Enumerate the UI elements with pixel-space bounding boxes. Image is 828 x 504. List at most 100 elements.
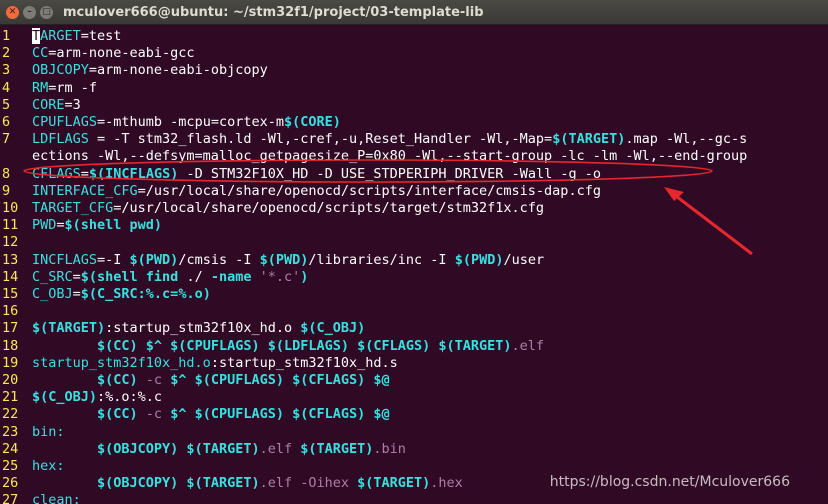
code-token: = -T stm32_flash.ld -Wl,-cref,-u,Reset_H… — [88, 131, 553, 148]
code-token: $(PWD) — [259, 251, 309, 268]
code-token: ) — [300, 268, 309, 285]
code-token: :startup_stm32f10x_hd.s — [210, 354, 398, 371]
code-token: hex: — [32, 458, 65, 474]
code-line[interactable]: 25 hex: — [0, 458, 65, 475]
code-line[interactable]: 4 RM=rm -f — [0, 80, 97, 97]
code-token: ARGET — [40, 28, 81, 44]
code-line[interactable]: 1 TARGET=test — [0, 28, 121, 45]
code-line[interactable]: 19 startup_stm32f10x_hd.o:startup_stm32f1… — [0, 355, 398, 372]
code-token: $(OBJCOPY) $(TARGET) — [97, 440, 260, 457]
line-number: 22 — [2, 406, 19, 423]
code-token: $(PWD) — [129, 251, 179, 268]
code-token: $(C_OBJ) — [300, 320, 366, 337]
code-token: $(CC) $^ $(CPUFLAGS) $(LDFLAGS) $(CFLAGS… — [97, 337, 512, 354]
line-number: 6 — [2, 114, 11, 130]
code-line[interactable]: 2 CC=arm-none-eabi-gcc — [0, 45, 195, 62]
code-token: .hex — [430, 475, 463, 492]
code-token: $(TARGET) — [32, 320, 106, 337]
code-line[interactable]: 21 $(C_OBJ):%.o:%.c — [0, 389, 162, 406]
line-number: 7 — [2, 131, 11, 148]
code-token: $^ $(CPUFLAGS) $(CFLAGS) $@ — [170, 406, 390, 423]
code-token: -c — [137, 372, 171, 388]
code-token: $(INCFLAGS) — [88, 165, 179, 182]
maximize-icon[interactable]: □ — [40, 5, 53, 19]
code-line[interactable]: ections -Wl,--defsym=malloc_getpagesize_… — [0, 148, 747, 165]
code-line[interactable]: 12 — [0, 234, 32, 251]
code-token: INCFLAGS — [32, 251, 98, 268]
code-line[interactable]: 6 CPUFLAGS=-mthumb -mcpu=cortex-m$(CORE) — [0, 114, 341, 131]
code-token: $(TARGET) — [552, 131, 626, 148]
code-line[interactable]: 27 clean: — [0, 492, 81, 504]
code-token: RM — [32, 79, 49, 96]
code-token: $(shell pwd) — [64, 217, 163, 234]
line-number: 10 — [2, 200, 19, 216]
code-token: =arm-none-eabi-objcopy — [88, 62, 268, 79]
code-line[interactable]: 26 $(OBJCOPY) $(TARGET).elf -Oihex $(TAR… — [0, 475, 463, 492]
code-token: $(TARGET) — [357, 475, 431, 492]
code-token: bin: — [32, 423, 65, 440]
code-token: $(OBJCOPY) $(TARGET) — [97, 475, 260, 492]
line-number: 23 — [2, 423, 19, 440]
code-line[interactable]: 7 LDFLAGS = -T stm32_flash.ld -Wl,-cref,-… — [0, 131, 747, 148]
line-number: 4 — [2, 79, 11, 96]
code-line[interactable]: 3 OBJCOPY=arm-none-eabi-objcopy — [0, 62, 268, 79]
code-token: CFLAGS — [32, 165, 81, 182]
code-token: .map -Wl,--gc-s — [625, 131, 748, 148]
code-token: = — [72, 268, 81, 285]
code-token: .elf — [259, 440, 301, 457]
code-token: startup_stm32f10x_hd.o — [32, 354, 211, 371]
code-token: TARGET_CFG — [32, 200, 114, 216]
code-line[interactable]: 9 INTERFACE_CFG=/usr/local/share/openocd/… — [0, 183, 601, 200]
code-line[interactable]: 23 bin: — [0, 424, 65, 441]
line-number: 8 — [2, 165, 11, 182]
code-line[interactable]: 8 CFLAGS=$(INCFLAGS) -D STM32F10X_HD -D U… — [0, 166, 601, 183]
code-token: -D STM32F10X_HD -D USE_STDPERIPH_DRIVER … — [178, 165, 601, 182]
line-number: 2 — [2, 45, 11, 62]
code-token: $(shell find — [80, 268, 179, 285]
code-token: =test — [80, 28, 122, 44]
code-token: OBJCOPY — [32, 62, 89, 79]
code-line[interactable]: 16 — [0, 303, 32, 320]
line-number: 27 — [2, 492, 19, 504]
window-title: mculover666@ubuntu: ~/stm32f1/project/03… — [63, 4, 484, 20]
code-line[interactable]: 13 INCFLAGS=-I $(PWD)/cmsis -I $(PWD)/lib… — [0, 252, 544, 269]
code-token: C_OBJ — [32, 286, 73, 302]
code-token: ./ — [178, 268, 211, 285]
line-number: 12 — [2, 234, 19, 251]
code-token: .elf — [511, 337, 545, 354]
code-line[interactable]: 10 TARGET_CFG=/usr/local/share/openocd/sc… — [0, 200, 544, 217]
code-line[interactable]: 20 $(CC) -c $^ $(CPUFLAGS) $(CFLAGS) $@ — [0, 372, 390, 389]
code-line[interactable]: 11 PWD=$(shell pwd) — [0, 217, 162, 234]
line-number: 14 — [2, 268, 19, 285]
code-token: =/usr/local/share/openocd/scripts/target… — [113, 200, 545, 216]
code-token: .bin — [373, 440, 406, 457]
code-token: LDFLAGS — [32, 131, 89, 148]
code-line[interactable]: 17 $(TARGET):startup_stm32f10x_hd.o $(C_O… — [0, 320, 365, 337]
code-token: CC — [32, 45, 49, 62]
code-line[interactable]: 22 $(CC) -c $^ $(CPUFLAGS) $(CFLAGS) $@ — [0, 406, 390, 423]
close-icon[interactable]: ✕ — [6, 5, 19, 19]
minimize-icon[interactable]: – — [23, 5, 36, 19]
code-token: =-mthumb -mcpu=cortex-m — [97, 114, 284, 130]
code-token: =-I — [97, 251, 130, 268]
line-number: 26 — [2, 475, 19, 492]
code-line[interactable]: 24 $(OBJCOPY) $(TARGET).elf $(TARGET).bi… — [0, 441, 406, 458]
code-token: $(C_SRC:%.c=%.o) — [80, 286, 211, 302]
line-number: 11 — [2, 217, 19, 234]
line-number: 5 — [2, 96, 11, 113]
line-number: 13 — [2, 251, 19, 268]
code-token: $(CC) — [97, 406, 138, 423]
code-token: $^ $(CPUFLAGS) $(CFLAGS) $@ — [170, 372, 390, 388]
code-token: =3 — [64, 96, 81, 113]
code-token: $(CC) — [97, 372, 138, 388]
line-number: 15 — [2, 286, 19, 302]
terminal-editor[interactable]: 1 TARGET=test 2 CC=arm-none-eabi-gcc 3 OBJCOP… — [0, 25, 828, 504]
code-line[interactable]: 5 CORE=3 — [0, 97, 81, 114]
code-line[interactable]: 15 C_OBJ=$(C_SRC:%.c=%.o) — [0, 286, 211, 303]
code-line[interactable]: 14 C_SRC=$(shell find ./ -name '*.c') — [0, 269, 308, 286]
code-token: $(TARGET) — [300, 440, 374, 457]
code-line[interactable]: 18 $(CC) $^ $(CPUFLAGS) $(LDFLAGS) $(CFL… — [0, 338, 544, 355]
